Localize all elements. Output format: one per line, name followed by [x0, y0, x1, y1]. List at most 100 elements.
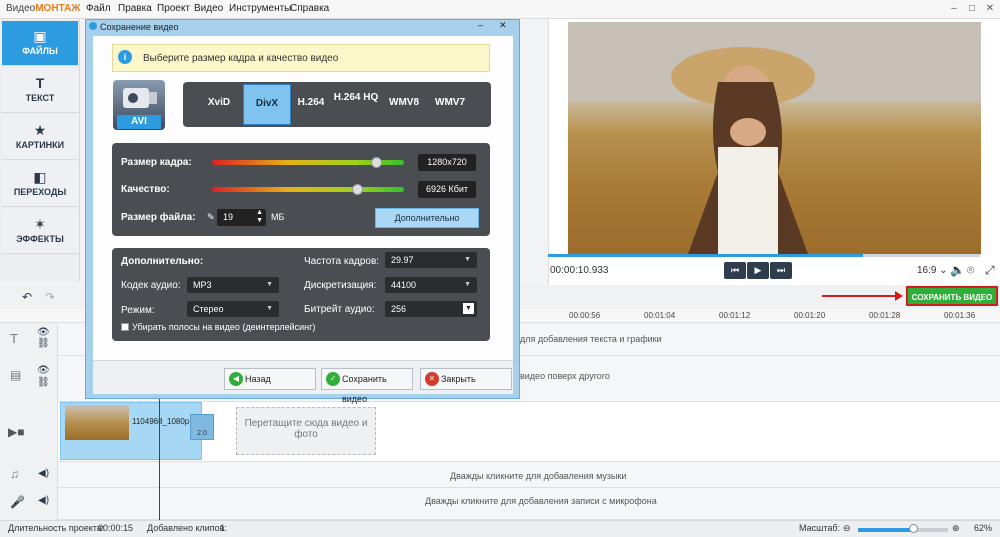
zoom-label: Масштаб:	[799, 523, 841, 533]
codec-h264-hq-label: H.264 HQ	[333, 92, 379, 103]
clips-value: 1	[220, 523, 226, 533]
zoom-slider-fill	[858, 528, 914, 532]
link-icon[interactable]: ⛓	[37, 338, 50, 349]
back-button[interactable]: ◀ Назад	[224, 368, 316, 390]
close-button[interactable]: ✕ Закрыть	[420, 368, 512, 390]
music-note-icon: ♫	[10, 467, 19, 481]
preview-frame-image	[568, 22, 981, 254]
dropdown-arrow-icon: ▼	[463, 303, 474, 314]
volume-icon[interactable]: ◀)	[38, 468, 49, 479]
tab-label: ЭФФЕКТЫ	[16, 234, 64, 244]
eye-icon[interactable]: 👁	[37, 365, 50, 376]
advanced-title: Дополнительно:	[121, 256, 204, 267]
audio-bitrate-select[interactable]: 256 ▼	[385, 301, 477, 317]
skip-forward-icon: ⏭	[776, 265, 786, 275]
aspect-ratio-select[interactable]: 16:9 ⌄	[917, 265, 948, 276]
sampling-select[interactable]: 44100 ▼	[385, 277, 477, 293]
fullscreen-icon[interactable]: ⤢	[985, 263, 995, 278]
codec-xvid[interactable]: XviD	[195, 84, 243, 125]
playback-progress[interactable]	[548, 254, 980, 257]
ruler-tick: 00:01:04	[644, 311, 676, 320]
zoom-in-icon[interactable]: ⊕	[952, 523, 960, 534]
tab-label: ТЕКСТ	[25, 93, 55, 103]
codec-divx[interactable]: DivX	[243, 84, 291, 125]
codec-h264-hq[interactable]: H.264 HQ	[333, 84, 379, 125]
tab-effects[interactable]: ✶ ЭФФЕКТЫ	[2, 209, 78, 254]
prev-frame-button[interactable]: ⏮	[724, 262, 746, 279]
frame-rate-select[interactable]: 29.97 ▼	[385, 252, 477, 268]
close-label: Закрыть	[441, 374, 476, 384]
menu-help[interactable]: Справка	[290, 3, 329, 14]
volume-icon[interactable]: 🔈	[950, 263, 965, 277]
menu-tools[interactable]: Инструменты	[229, 3, 291, 14]
frame-rate-value: 29.97	[391, 255, 414, 265]
eye-icon[interactable]: 👁	[37, 327, 50, 338]
tab-label: ФАЙЛЫ	[22, 46, 58, 56]
close-icon: ✕	[425, 372, 439, 386]
aspect-value: 16:9	[917, 265, 937, 276]
dialog-close-icon[interactable]: ✕	[499, 20, 507, 31]
duration-value: 00:00:15	[98, 523, 134, 533]
sampling-label: Дискретизация:	[304, 280, 377, 291]
menu-project[interactable]: Проект	[157, 3, 190, 14]
tab-pictures[interactable]: ★ КАРТИНКИ	[2, 115, 78, 160]
deinterlace-label: Убирать полосы на видео (деинтерлейсинг)	[132, 322, 316, 332]
audio-bitrate-label: Битрейт аудио:	[304, 304, 375, 315]
audio-codec-label: Кодек аудио:	[121, 280, 181, 291]
minimize-icon[interactable]: –	[947, 2, 961, 16]
codec-h264[interactable]: H.264	[287, 84, 335, 125]
maximize-icon[interactable]: □	[965, 2, 979, 16]
file-size-unit: МБ	[271, 212, 285, 222]
menu-file[interactable]: Файл	[86, 3, 111, 14]
drop-zone[interactable]: Перетащите сюда видео и фото	[236, 407, 376, 455]
camcorder-icon	[123, 88, 157, 108]
quality-slider[interactable]	[212, 187, 404, 192]
codec-wmv8[interactable]: WMV8	[380, 84, 428, 125]
tab-transitions[interactable]: ◧ ПЕРЕХОДЫ	[2, 162, 78, 207]
dropdown-arrow-icon: ▼	[464, 281, 471, 288]
audio-codec-select[interactable]: MP3 ▼	[187, 277, 279, 293]
zoom-out-icon[interactable]: ⊖	[843, 523, 851, 534]
annotation-arrow	[822, 295, 900, 297]
clips-label: Добавлено клипов:	[147, 523, 227, 533]
volume-icon[interactable]: ◀)	[38, 495, 49, 506]
spinner-icon[interactable]: ▲ ▼	[256, 209, 263, 225]
microphone-icon: 🎤	[10, 495, 25, 509]
save-button[interactable]: ✓ Сохранить видео	[321, 368, 413, 404]
tab-text[interactable]: T ТЕКСТ	[2, 68, 78, 113]
link-icon[interactable]: ⛓	[37, 377, 50, 388]
frame-rate-label: Частота кадров:	[304, 256, 380, 267]
text-track-hint: для добавления текста и графики	[520, 334, 662, 344]
tab-files[interactable]: ▣ ФАЙЛЫ	[2, 21, 78, 66]
sampling-value: 44100	[391, 280, 417, 290]
dialog-hint: Выберите размер кадра и качество видео	[112, 44, 490, 72]
back-label: Назад	[245, 374, 271, 384]
menu-edit[interactable]: Правка	[118, 3, 152, 14]
transitions-icon: ◧	[33, 169, 47, 185]
check-icon: ✓	[326, 372, 340, 386]
tab-label: ПЕРЕХОДЫ	[13, 187, 67, 197]
codec-wmv7[interactable]: WMV7	[426, 84, 474, 125]
dialog-minimize-icon[interactable]: –	[478, 20, 483, 30]
play-icon: ▶	[754, 265, 762, 275]
file-size-input[interactable]: 19 ▲ ▼	[217, 209, 266, 226]
camera-icon[interactable]: ⌾	[967, 263, 974, 278]
frame-size-label: Размер кадра:	[121, 157, 192, 168]
close-icon[interactable]: ✕	[983, 2, 997, 16]
music-track-header	[0, 462, 58, 488]
skip-back-icon: ⏮	[730, 265, 740, 275]
quality-knob[interactable]	[351, 184, 363, 195]
mode-select[interactable]: Стерео ▼	[187, 301, 279, 317]
video-preview[interactable]	[568, 22, 981, 254]
transition-marker[interactable]: 2.0	[190, 414, 214, 440]
play-button[interactable]: ▶	[747, 262, 769, 279]
zoom-slider-knob[interactable]	[908, 524, 918, 533]
deinterlace-checkbox[interactable]	[121, 323, 129, 331]
next-frame-button[interactable]: ⏭	[770, 262, 792, 279]
more-settings-button[interactable]: Дополнительно	[375, 208, 479, 228]
redo-icon[interactable]: ↷	[45, 290, 55, 304]
text-icon: T	[35, 75, 45, 91]
menu-video[interactable]: Видео	[194, 3, 223, 14]
save-video-button[interactable]: СОХРАНИТЬ ВИДЕО	[906, 286, 998, 306]
undo-icon[interactable]: ↶	[22, 290, 32, 304]
